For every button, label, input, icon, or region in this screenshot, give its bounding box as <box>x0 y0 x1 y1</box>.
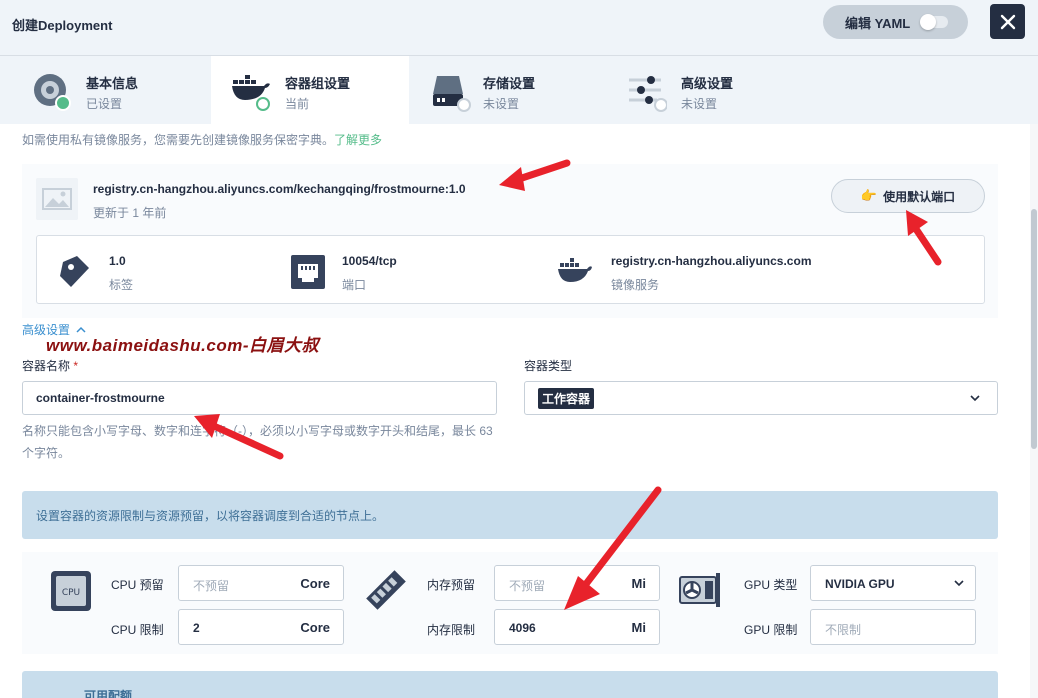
step-pod-settings[interactable]: 容器组设置 当前 <box>211 56 409 124</box>
image-port-item: 10054/tcp 端口 <box>290 236 530 305</box>
image-placeholder-icon <box>36 178 78 220</box>
sliders-icon <box>629 76 667 112</box>
learn-more-link[interactable]: 了解更多 <box>334 133 382 147</box>
image-registry-value: registry.cn-hangzhou.aliyuncs.com <box>611 254 812 268</box>
step-title: 容器组设置 <box>285 76 351 91</box>
container-name-input[interactable]: container-frostmourne <box>22 381 497 415</box>
use-default-ports-button[interactable]: 👉 使用默认端口 <box>831 179 985 213</box>
memory-limit-label: 内存限制 <box>427 623 476 637</box>
hint-text: 如需使用私有镜像服务，您需要先创建镜像服务保密字典。 <box>22 133 335 147</box>
image-registry-label: 镜像服务 <box>611 278 660 292</box>
docker-icon <box>558 258 592 282</box>
cpu-limit-input[interactable]: 2 Core <box>178 609 344 645</box>
image-info-box: 1.0 标签 10054/tcp 端口 registry.cn-hangzhou… <box>36 235 985 304</box>
step-title: 基本信息 <box>86 76 139 91</box>
image-tag-item: 1.0 标签 <box>57 236 277 305</box>
form-content: 如需使用私有镜像服务，您需要先创建镜像服务保密字典。了解更多 registry.… <box>0 124 1038 698</box>
container-type-select[interactable]: 工作容器 <box>524 381 998 415</box>
container-type-label: 容器类型 <box>524 359 573 373</box>
available-quota-title: 可用配额 <box>84 689 133 698</box>
tag-icon <box>60 256 89 287</box>
scrollbar-thumb[interactable] <box>1031 209 1037 449</box>
watermark-text: www.baimeidashu.com-白眉大叔 <box>46 336 320 355</box>
gpu-limit-placeholder: 不限制 <box>825 623 862 637</box>
cpu-request-placeholder: 不预留 <box>193 579 230 593</box>
gpu-limit-label: GPU 限制 <box>744 623 798 637</box>
image-tag-label: 标签 <box>109 278 134 292</box>
step-title: 高级设置 <box>681 76 734 91</box>
step-status: 未设置 <box>483 97 520 111</box>
step-title: 存储设置 <box>483 76 536 91</box>
close-icon <box>1000 14 1015 29</box>
edit-yaml-label: 编辑 YAML <box>845 15 911 31</box>
use-default-ports-label: 使用默认端口 <box>883 189 956 204</box>
memory-limit-unit: Mi <box>631 620 646 635</box>
step-advanced-settings[interactable]: 高级设置 未设置 <box>607 56 805 124</box>
image-updated-time: 更新于 1 年前 <box>93 206 167 220</box>
memory-request-unit: Mi <box>631 576 646 591</box>
image-card: registry.cn-hangzhou.aliyuncs.com/kechan… <box>22 164 998 318</box>
image-port-label: 端口 <box>342 278 367 292</box>
cpu-request-unit: Core <box>300 576 330 591</box>
step-status: 已设置 <box>86 97 123 111</box>
cpu-request-input[interactable]: 不预留 Core <box>178 565 344 601</box>
available-quota-box: 可用配额 <box>22 671 998 698</box>
step-status: 未设置 <box>681 97 718 111</box>
ethernet-port-icon <box>291 255 325 289</box>
close-button[interactable] <box>990 4 1025 39</box>
image-port-value: 10054/tcp <box>342 254 397 268</box>
step-storage-settings[interactable]: 存储设置 未设置 <box>409 56 607 124</box>
resource-limits-box: CPU CPU 预留 不预留 Core CPU 限制 2 Core 内存预留 不… <box>22 552 998 654</box>
docker-icon <box>232 75 270 111</box>
memory-icon <box>366 570 406 610</box>
memory-request-input[interactable]: 不预留 Mi <box>494 565 660 601</box>
container-name-label: 容器名称 * <box>22 357 78 374</box>
gpu-type-select[interactable]: NVIDIA GPU <box>810 565 976 601</box>
cpu-request-label: CPU 预留 <box>111 578 164 592</box>
cpu-icon-text: CPU <box>62 588 80 598</box>
pointing-hand-icon: 👉 <box>860 188 878 203</box>
settings-disc-icon <box>34 74 71 111</box>
memory-request-label: 内存预留 <box>427 578 476 592</box>
edit-yaml-toggle[interactable]: 编辑 YAML <box>823 5 968 39</box>
step-basic-info[interactable]: 基本信息 已设置 <box>0 56 198 124</box>
memory-request-placeholder: 不预留 <box>509 579 546 593</box>
toggle-switch-icon[interactable] <box>920 14 948 30</box>
image-tag-value: 1.0 <box>109 254 126 268</box>
storage-drive-icon <box>433 76 471 112</box>
memory-limit-input[interactable]: 4096 Mi <box>494 609 660 645</box>
chevron-down-icon <box>970 395 980 402</box>
required-mark: * <box>73 359 79 373</box>
dialog-title: 创建Deployment <box>12 18 113 33</box>
cpu-limit-value: 2 <box>193 621 200 635</box>
gpu-card-icon <box>679 573 720 607</box>
cpu-icon: CPU <box>51 571 91 611</box>
image-name: registry.cn-hangzhou.aliyuncs.com/kechan… <box>93 182 466 196</box>
cpu-limit-unit: Core <box>300 620 330 635</box>
gpu-type-value: NVIDIA GPU <box>825 577 895 591</box>
dialog-header: 创建Deployment 编辑 YAML <box>0 0 1038 56</box>
container-name-label-text: 容器名称 <box>22 359 71 373</box>
memory-limit-value: 4096 <box>509 621 536 635</box>
wizard-steps: 基本信息 已设置 容器组设置 当前 存储设置 未设置 高级设置 未设置 <box>0 56 1038 124</box>
step-status: 当前 <box>285 97 310 111</box>
gpu-limit-input[interactable]: 不限制 <box>810 609 976 645</box>
gpu-type-label: GPU 类型 <box>744 578 798 592</box>
resource-notice: 设置容器的资源限制与资源预留，以将容器调度到合适的节点上。 <box>22 491 998 539</box>
chevron-down-icon <box>954 580 964 587</box>
container-type-value: 工作容器 <box>538 387 595 409</box>
private-registry-hint: 如需使用私有镜像服务，您需要先创建镜像服务保密字典。了解更多 <box>22 131 382 148</box>
container-name-help: 名称只能包含小写字母、数字和连字符（-），必须以小写字母或数字开头和结尾，最长 … <box>22 424 493 460</box>
cpu-limit-label: CPU 限制 <box>111 623 164 637</box>
image-registry-item: registry.cn-hangzhou.aliyuncs.com 镜像服务 <box>557 236 957 305</box>
